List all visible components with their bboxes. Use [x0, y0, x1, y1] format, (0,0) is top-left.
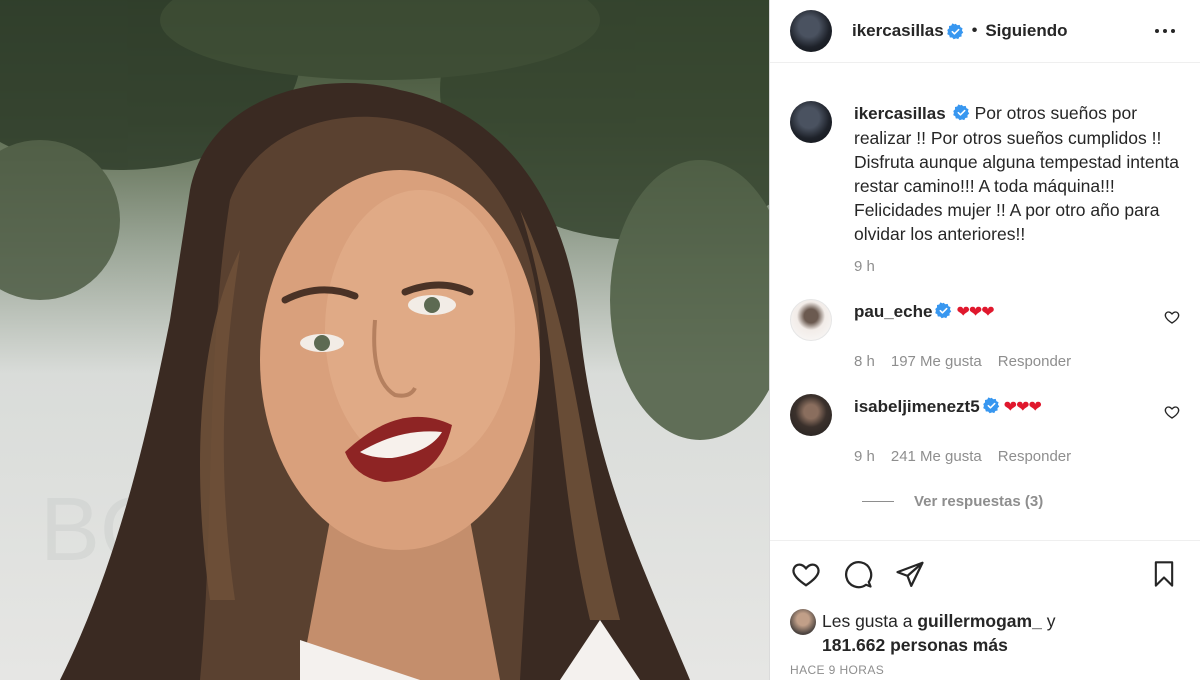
- caption-time[interactable]: 9 h: [854, 258, 875, 275]
- comment-likes[interactable]: 197 Me gusta: [891, 353, 982, 370]
- comments-section: ikercasillas Por otros sueños por realiz…: [770, 63, 1200, 510]
- heart-icon[interactable]: [790, 558, 822, 590]
- instagram-post: BOS: [0, 0, 1200, 680]
- caption-text: Por otros sueños por realizar !! Por otr…: [854, 103, 1179, 244]
- likes-others-count[interactable]: 181.662 personas más: [822, 635, 1008, 655]
- view-replies-button[interactable]: Ver respuestas (3): [862, 493, 1180, 510]
- comment-text: ❤❤❤: [1003, 399, 1042, 416]
- comment-meta: 8 h 197 Me gusta Responder: [854, 353, 1180, 370]
- commenter-avatar[interactable]: [790, 299, 832, 341]
- author-username[interactable]: ikercasillas: [852, 21, 944, 41]
- more-options-icon[interactable]: [1150, 19, 1180, 43]
- commenter-username[interactable]: pau_eche: [854, 302, 932, 321]
- paper-plane-icon[interactable]: [894, 558, 926, 590]
- likes-conjunction: y: [1046, 611, 1056, 631]
- caption-meta: 9 h: [854, 258, 1180, 275]
- verified-badge-icon: [952, 104, 969, 121]
- caption-avatar[interactable]: [790, 101, 832, 143]
- bookmark-icon[interactable]: [1148, 558, 1180, 590]
- commenter-avatar[interactable]: [790, 394, 832, 436]
- portrait-illustration: BOS: [0, 0, 769, 680]
- comment-time[interactable]: 9 h: [854, 448, 875, 465]
- comment-time[interactable]: 8 h: [854, 353, 875, 370]
- comment-bubble-icon[interactable]: [842, 558, 874, 590]
- reply-button[interactable]: Responder: [998, 353, 1071, 370]
- liker-username[interactable]: guillermogam_: [917, 611, 1041, 631]
- like-comment-heart-icon[interactable]: [1164, 404, 1180, 420]
- following-button[interactable]: Siguiendo: [985, 21, 1067, 41]
- post-side-panel: ikercasillas • Siguiendo ikercasillas Po…: [769, 0, 1200, 680]
- comment-meta: 9 h 241 Me gusta Responder: [854, 448, 1180, 465]
- comment-item: isabeljimenezt5 ❤❤❤: [790, 394, 1180, 436]
- verified-badge-icon: [946, 22, 963, 39]
- comment-body: pau_eche ❤❤❤: [854, 299, 995, 341]
- view-replies-label: Ver respuestas (3): [914, 493, 1044, 510]
- caption-body: ikercasillas Por otros sueños por realiz…: [854, 101, 1180, 246]
- comment-likes[interactable]: 241 Me gusta: [891, 448, 982, 465]
- comment-body: isabeljimenezt5 ❤❤❤: [854, 394, 1042, 436]
- post-actions: Les gusta a guillermogam_ y 181.662 pers…: [770, 540, 1200, 677]
- comment-text: ❤❤❤: [956, 304, 994, 321]
- likes-summary: Les gusta a guillermogam_ y 181.662 pers…: [790, 609, 1180, 657]
- reply-button[interactable]: Responder: [998, 448, 1071, 465]
- post-timestamp[interactable]: HACE 9 HORAS: [790, 663, 1180, 677]
- like-comment-heart-icon[interactable]: [1164, 309, 1180, 325]
- post-header: ikercasillas • Siguiendo: [770, 0, 1200, 63]
- caption-username[interactable]: ikercasillas: [854, 104, 946, 123]
- liker-avatar[interactable]: [790, 609, 816, 635]
- post-caption: ikercasillas Por otros sueños por realiz…: [790, 63, 1180, 246]
- replies-divider-line: [862, 501, 894, 502]
- action-bar: [790, 559, 1180, 589]
- likes-prefix: Les gusta a: [822, 611, 913, 631]
- commenter-username[interactable]: isabeljimenezt5: [854, 397, 980, 416]
- comment-item: pau_eche ❤❤❤: [790, 299, 1180, 341]
- likes-text: Les gusta a guillermogam_ y 181.662 pers…: [822, 609, 1055, 657]
- verified-badge-icon: [982, 397, 999, 414]
- verified-badge-icon: [935, 302, 952, 319]
- post-photo[interactable]: BOS: [0, 0, 769, 680]
- author-avatar[interactable]: [790, 10, 832, 52]
- header-separator: •: [971, 22, 978, 39]
